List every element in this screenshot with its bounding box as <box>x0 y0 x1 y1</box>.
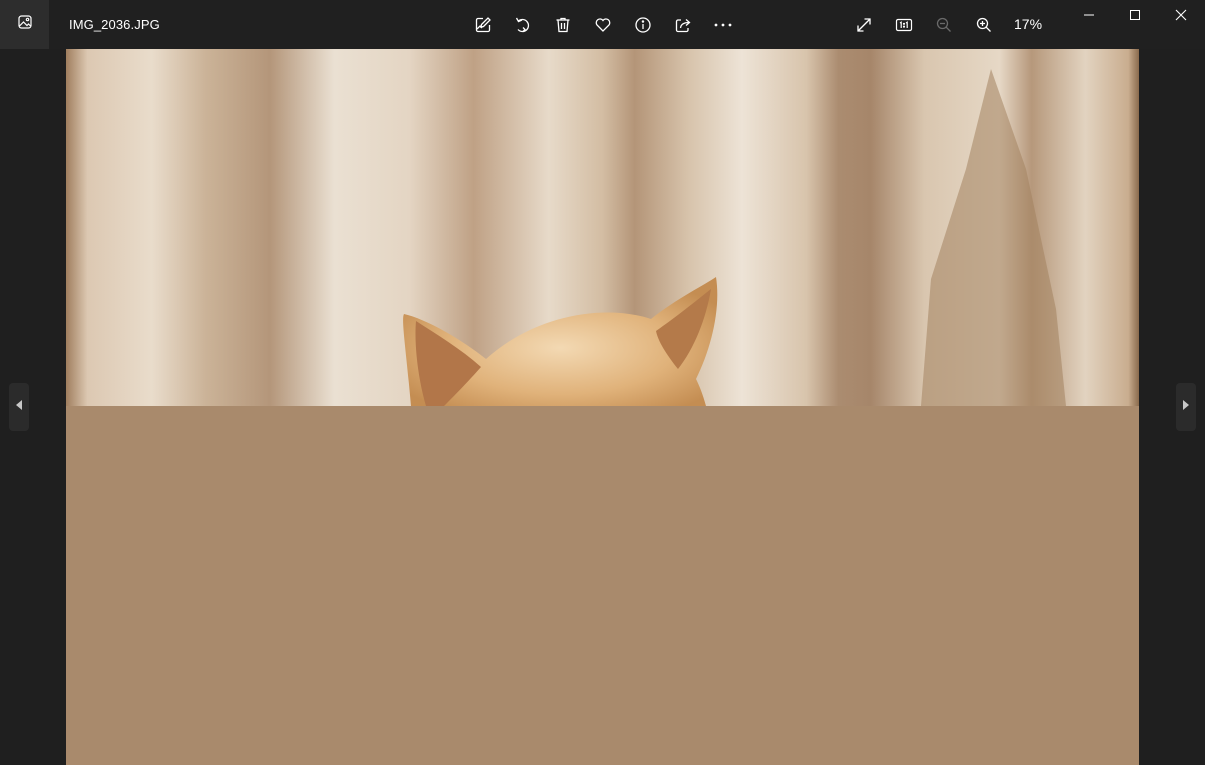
close-button[interactable] <box>1158 0 1204 34</box>
chevron-left-icon <box>15 398 23 416</box>
previous-image-button[interactable] <box>9 383 29 431</box>
close-icon <box>1175 8 1187 26</box>
actual-size-icon <box>895 16 913 34</box>
zoom-out-button[interactable] <box>931 12 957 38</box>
share-icon <box>674 16 692 34</box>
chevron-right-icon <box>1182 398 1190 416</box>
minimize-button[interactable] <box>1066 0 1112 34</box>
more-icon <box>712 16 734 34</box>
image-viewer <box>0 49 1205 765</box>
trash-icon <box>554 16 572 34</box>
actual-size-button[interactable] <box>891 12 917 38</box>
next-image-button[interactable] <box>1176 383 1196 431</box>
photo <box>66 49 1139 765</box>
app-icon-button[interactable] <box>0 0 49 49</box>
zoom-in-button[interactable] <box>971 12 997 38</box>
edit-image-button[interactable] <box>470 12 496 38</box>
title-bar: IMG_2036.JPG 17% <box>0 0 1205 49</box>
file-name: IMG_2036.JPG <box>69 17 160 32</box>
expand-icon <box>855 16 873 34</box>
share-button[interactable] <box>670 12 696 38</box>
more-button[interactable] <box>710 12 736 38</box>
favorite-button[interactable] <box>590 12 616 38</box>
photo-curtain-cat <box>66 49 1139 406</box>
zoom-out-icon <box>935 16 953 34</box>
maximize-icon <box>1129 8 1141 26</box>
photo-lower-area <box>66 406 1139 765</box>
rotate-icon <box>514 16 532 34</box>
zoom-level[interactable]: 17% <box>1014 16 1042 32</box>
info-icon <box>634 16 652 34</box>
maximize-button[interactable] <box>1112 0 1158 34</box>
rotate-button[interactable] <box>510 12 536 38</box>
zoom-in-icon <box>975 16 993 34</box>
delete-button[interactable] <box>550 12 576 38</box>
heart-icon <box>594 16 612 34</box>
fullscreen-button[interactable] <box>851 12 877 38</box>
minimize-icon <box>1083 8 1095 26</box>
edit-image-icon <box>474 16 492 34</box>
info-button[interactable] <box>630 12 656 38</box>
photos-app-icon <box>17 14 33 35</box>
